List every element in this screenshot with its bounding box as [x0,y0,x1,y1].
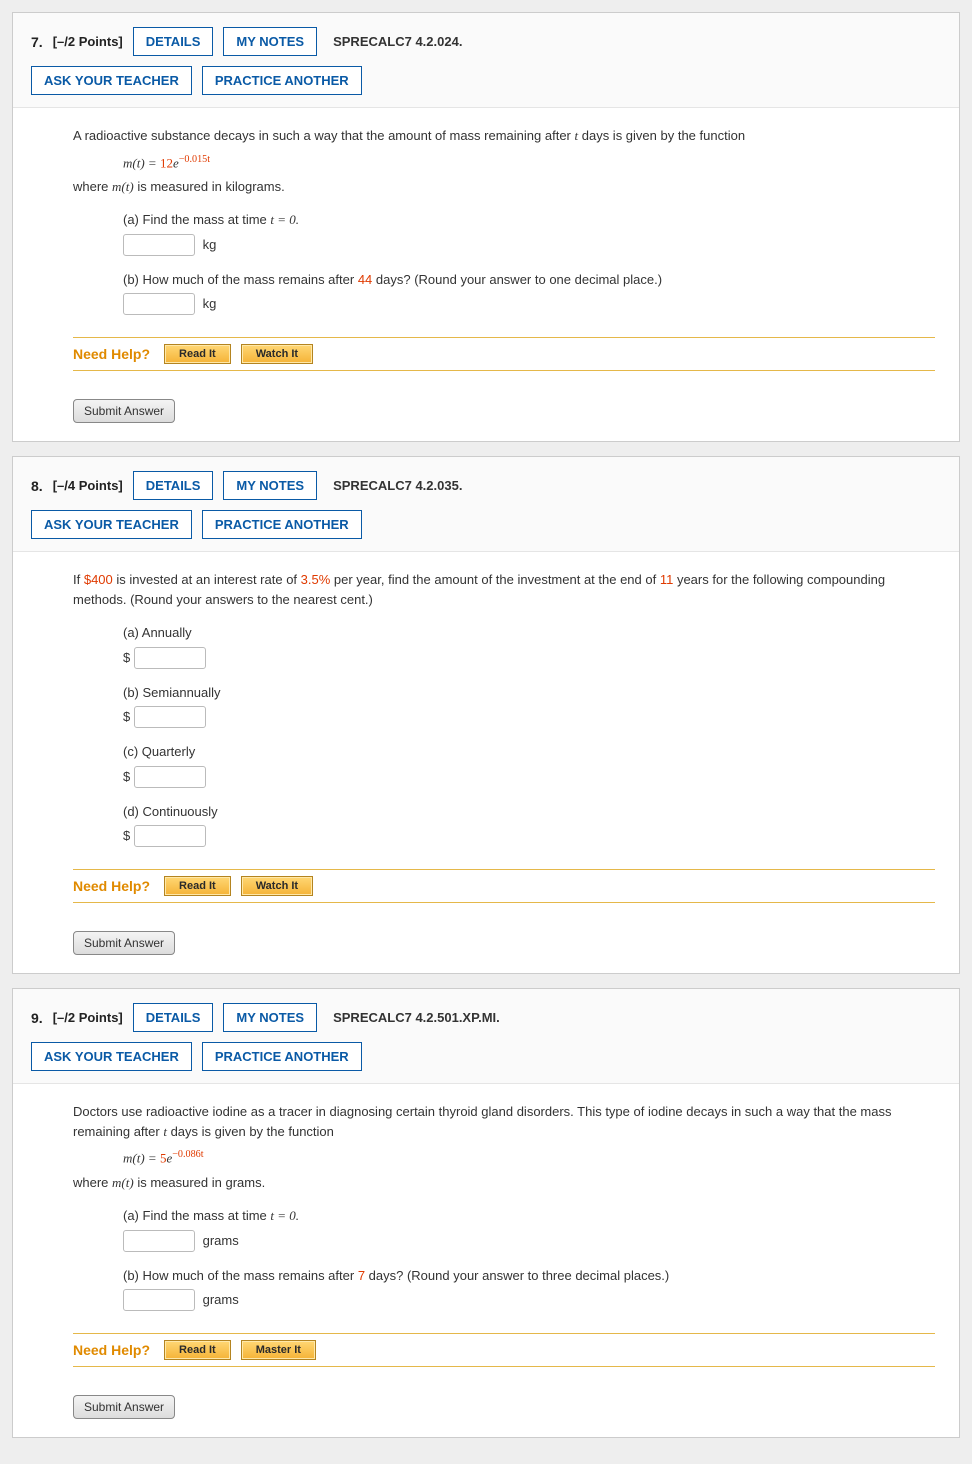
question-header: 9. [–/2 Points] DETAILS MY NOTES SPRECAL… [13,989,959,1084]
source-label: SPRECALC7 4.2.501.XP.MI. [333,1010,500,1025]
need-help-bar: Need Help? Read It Watch It [73,337,935,371]
practice-another-button[interactable]: PRACTICE ANOTHER [202,1042,362,1071]
answer-input-8c[interactable] [134,766,206,788]
currency-prefix: $ [123,709,130,724]
need-help-bar: Need Help? Read It Master It [73,1333,935,1367]
points-label: [–/2 Points] [53,1010,123,1025]
practice-another-button[interactable]: PRACTICE ANOTHER [202,66,362,95]
part-a: (a) Find the mass at time t = 0. kg [123,210,935,256]
ask-teacher-button[interactable]: ASK YOUR TEACHER [31,510,192,539]
question-9: 9. [–/2 Points] DETAILS MY NOTES SPRECAL… [12,988,960,1438]
formula: m(t) = 12e−0.015t [123,154,935,171]
practice-another-button[interactable]: PRACTICE ANOTHER [202,510,362,539]
answer-input-9a[interactable] [123,1230,195,1252]
answer-input-8a[interactable] [134,647,206,669]
need-help-label: Need Help? [73,878,150,894]
need-help-bar: Need Help? Read It Watch It [73,869,935,903]
submit-answer-button[interactable]: Submit Answer [73,1395,175,1419]
question-body: If $400 is invested at an interest rate … [13,552,959,973]
read-it-button[interactable]: Read It [164,344,231,364]
details-button[interactable]: DETAILS [133,27,214,56]
source-label: SPRECALC7 4.2.035. [333,478,462,493]
where-clause: where m(t) is measured in grams. [73,1173,935,1193]
part-b: (b) How much of the mass remains after 7… [123,1266,935,1312]
question-number: 7. [31,34,43,50]
points-label: [–/2 Points] [53,34,123,49]
points-label: [–/4 Points] [53,478,123,493]
answer-input-8d[interactable] [134,825,206,847]
part-a: (a) Find the mass at time t = 0. grams [123,1206,935,1252]
watch-it-button[interactable]: Watch It [241,876,313,896]
formula: m(t) = 5e−0.086t [123,1149,935,1166]
unit-label: kg [203,296,217,311]
question-body: A radioactive substance decays in such a… [13,108,959,441]
where-clause: where m(t) is measured in kilograms. [73,177,935,197]
answer-input-7a[interactable] [123,234,195,256]
part-b: (b) How much of the mass remains after 4… [123,270,935,316]
question-header: 7. [–/2 Points] DETAILS MY NOTES SPRECAL… [13,13,959,108]
submit-answer-button[interactable]: Submit Answer [73,399,175,423]
currency-prefix: $ [123,650,130,665]
currency-prefix: $ [123,769,130,784]
question-number: 9. [31,1010,43,1026]
details-button[interactable]: DETAILS [133,1003,214,1032]
question-number: 8. [31,478,43,494]
need-help-label: Need Help? [73,346,150,362]
ask-teacher-button[interactable]: ASK YOUR TEACHER [31,66,192,95]
master-it-button[interactable]: Master It [241,1340,316,1360]
read-it-button[interactable]: Read It [164,876,231,896]
currency-prefix: $ [123,828,130,843]
answer-input-9b[interactable] [123,1289,195,1311]
question-intro: A radioactive substance decays in such a… [73,126,935,146]
details-button[interactable]: DETAILS [133,471,214,500]
answer-input-7b[interactable] [123,293,195,315]
submit-answer-button[interactable]: Submit Answer [73,931,175,955]
need-help-label: Need Help? [73,1342,150,1358]
unit-label: grams [203,1292,239,1307]
question-header: 8. [–/4 Points] DETAILS MY NOTES SPRECAL… [13,457,959,552]
question-intro: Doctors use radioactive iodine as a trac… [73,1102,935,1141]
my-notes-button[interactable]: MY NOTES [223,27,317,56]
question-8: 8. [–/4 Points] DETAILS MY NOTES SPRECAL… [12,456,960,974]
answer-input-8b[interactable] [134,706,206,728]
part-a: (a) Annually $ [123,623,935,669]
watch-it-button[interactable]: Watch It [241,344,313,364]
part-c: (c) Quarterly $ [123,742,935,788]
my-notes-button[interactable]: MY NOTES [223,1003,317,1032]
question-intro: If $400 is invested at an interest rate … [73,570,935,609]
source-label: SPRECALC7 4.2.024. [333,34,462,49]
unit-label: grams [203,1233,239,1248]
my-notes-button[interactable]: MY NOTES [223,471,317,500]
read-it-button[interactable]: Read It [164,1340,231,1360]
question-body: Doctors use radioactive iodine as a trac… [13,1084,959,1437]
ask-teacher-button[interactable]: ASK YOUR TEACHER [31,1042,192,1071]
unit-label: kg [203,237,217,252]
part-d: (d) Continuously $ [123,802,935,848]
question-7: 7. [–/2 Points] DETAILS MY NOTES SPRECAL… [12,12,960,442]
part-b: (b) Semiannually $ [123,683,935,729]
